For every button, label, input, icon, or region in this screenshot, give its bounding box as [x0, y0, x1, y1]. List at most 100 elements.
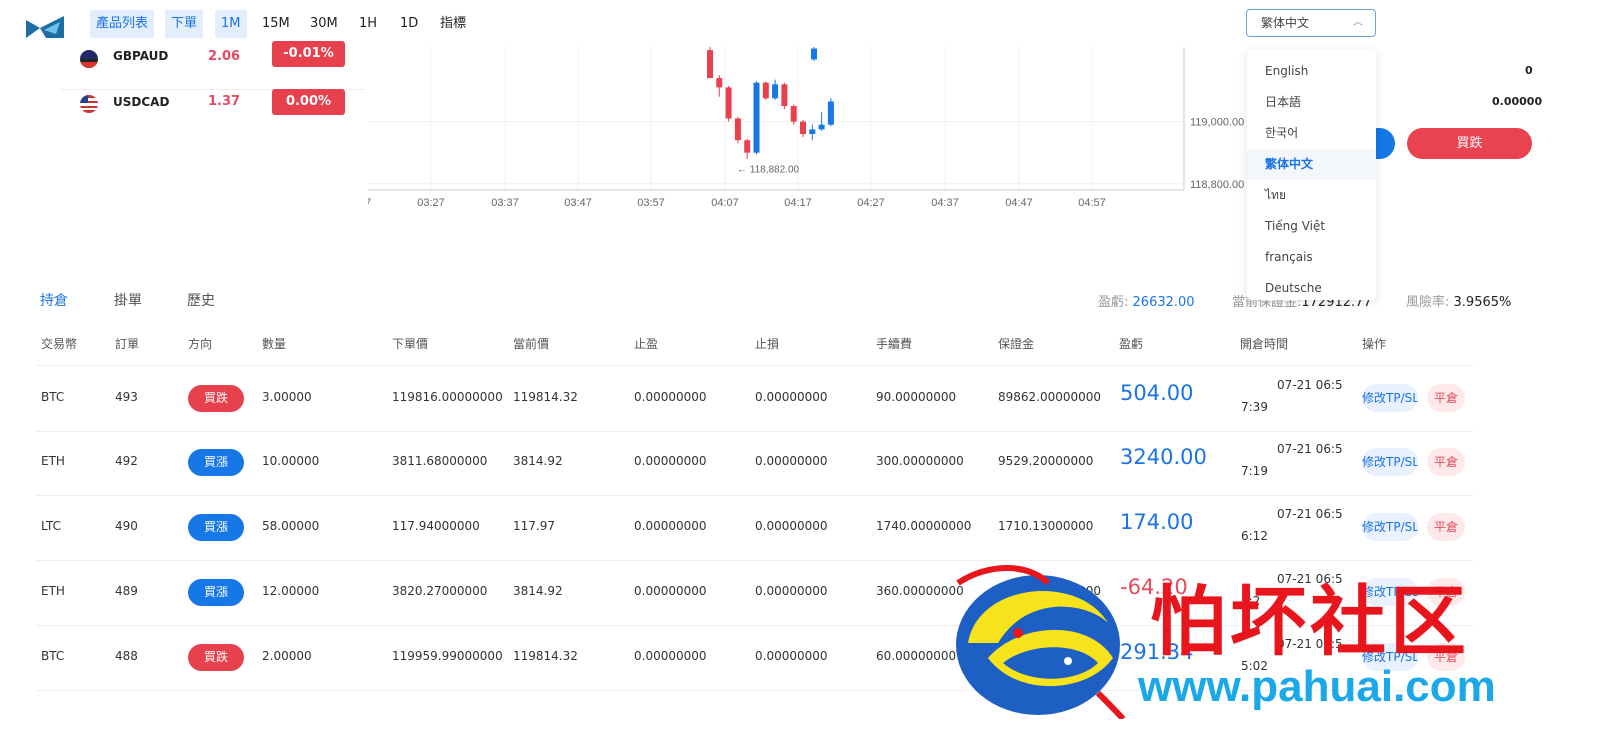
cell-order: 492 — [115, 454, 138, 468]
cell-coin: ETH — [41, 584, 65, 598]
language-select[interactable]: 繁体中文 ︿ — [1246, 9, 1376, 37]
language-menu: English 日本語 한국어 繁体中文 ไทย Tiếng Việt fran… — [1247, 50, 1376, 300]
modify-tpsl-button[interactable]: 修改TP/SL — [1362, 384, 1418, 412]
timeframe-15m[interactable]: 15M — [256, 10, 296, 38]
cell-tp: 0.00000000 — [634, 519, 707, 533]
cell-sl: 0.00000000 — [755, 454, 828, 468]
language-option[interactable]: français — [1247, 242, 1376, 273]
buy-down-button[interactable]: 買跌 — [1407, 128, 1532, 159]
cell-open-price: 117.94000000 — [392, 519, 480, 533]
language-select-value: 繁体中文 — [1261, 16, 1310, 30]
cell-open-price: 3820.27000000 — [392, 584, 488, 598]
product-symbol: USDCAD — [113, 95, 170, 109]
candle-body — [827, 101, 834, 125]
y-tick-label: 119,000.00 — [1190, 117, 1244, 129]
flag-gb-au-icon — [80, 50, 98, 68]
cell-coin: BTC — [41, 649, 65, 663]
x-tick-label: 7 — [368, 197, 371, 209]
cell-pnl: 174.00 — [1120, 510, 1194, 534]
timeframe-1h[interactable]: 1H — [353, 10, 383, 38]
summary-pnl: 盈虧: 26632.00 — [1098, 291, 1195, 310]
direction-badge: 買漲 — [188, 514, 244, 541]
candle-body — [800, 121, 806, 135]
cell-order: 493 — [115, 390, 138, 404]
summary-pnl-value: 26632.00 — [1132, 295, 1195, 310]
col-header: 當前價 — [513, 337, 550, 351]
language-option[interactable]: 日本語 — [1247, 87, 1376, 118]
col-header: 訂單 — [115, 337, 140, 351]
tab-positions[interactable]: 持倉 — [40, 290, 68, 310]
cell-cur-price: 3814.92 — [513, 454, 563, 468]
cell-order: 489 — [115, 584, 138, 598]
candle-body — [725, 87, 732, 119]
modify-tpsl-button[interactable]: 修改TP/SL — [1362, 448, 1418, 476]
cell-fee: 1740.00000000 — [876, 519, 972, 533]
summary-risk: 風險率: 3.9565% — [1406, 291, 1511, 310]
close-position-button[interactable]: 平倉 — [1427, 384, 1465, 412]
cell-open-time-cont: 6:12 — [1241, 529, 1268, 543]
nav-indicators[interactable]: 指標 — [434, 10, 472, 38]
tab-history[interactable]: 歷史 — [187, 290, 215, 310]
col-header: 保證金 — [998, 337, 1035, 351]
chevron-up-icon: ︿ — [1353, 17, 1363, 28]
close-position-button[interactable]: 平倉 — [1427, 513, 1465, 541]
direction-badge: 買漲 — [188, 579, 244, 606]
cell-order: 488 — [115, 649, 138, 663]
cell-qty: 2.00000 — [262, 649, 312, 663]
language-option[interactable]: ไทย — [1247, 180, 1376, 211]
watermark-fish-logo — [948, 563, 1128, 721]
cell-open-price: 119959.99000000 — [392, 649, 503, 663]
cell-open-time: 07-21 06:5 — [1277, 442, 1343, 456]
product-row-gbpaud[interactable]: GBPAUD 2.06 -0.01% — [60, 41, 365, 90]
cell-cur-price: 119814.32 — [513, 649, 578, 663]
cell-margin: 1710.13000000 — [998, 519, 1094, 533]
language-option[interactable]: Tiếng Việt — [1247, 211, 1376, 242]
language-option[interactable]: Deutsche — [1247, 273, 1376, 300]
summary-risk-label: 風險率: — [1406, 295, 1450, 310]
candle-body — [762, 82, 769, 99]
close-position-button[interactable]: 平倉 — [1427, 448, 1465, 476]
col-header: 下單價 — [392, 337, 429, 351]
x-tick-label: 03:47 — [564, 197, 592, 209]
cell-pnl: 504.00 — [1120, 381, 1194, 405]
col-header: 手續費 — [876, 337, 913, 351]
price-chart[interactable]: 7 03:27 03:37 03:47 03:57 04:07 04:17 04:27 04:3… — [365, 47, 1248, 217]
direction-badge: 買漲 — [188, 449, 244, 476]
cell-cur-price: 117.97 — [513, 519, 555, 533]
timeframe-30m[interactable]: 30M — [304, 10, 344, 38]
cell-sl: 0.00000000 — [755, 649, 828, 663]
y-tick-label: 118,800.00 — [1190, 179, 1244, 191]
language-option[interactable]: 한국어 — [1247, 118, 1376, 149]
candle-body — [811, 48, 817, 60]
col-header: 操作 — [1362, 337, 1387, 351]
timeframe-1d[interactable]: 1D — [394, 10, 424, 38]
cell-fee: 90.00000000 — [876, 390, 957, 404]
direction-badge: 買跌 — [188, 385, 244, 412]
product-row-usdcad[interactable]: USDCAD 1.37 0.00% — [60, 88, 365, 136]
nav-place-order[interactable]: 下單 — [165, 10, 204, 38]
language-option[interactable]: English — [1247, 56, 1376, 87]
nav-product-list[interactable]: 產品列表 — [90, 10, 155, 38]
app-logo — [26, 14, 66, 40]
min-price-label: ← 118,882.00 — [737, 164, 800, 175]
cell-tp: 0.00000000 — [634, 454, 707, 468]
timeframe-1m[interactable]: 1M — [215, 10, 247, 38]
cell-open-time-cont: 7:19 — [1241, 464, 1268, 478]
modify-tpsl-button[interactable]: 修改TP/SL — [1362, 513, 1418, 541]
buy-up-button[interactable] — [1375, 128, 1395, 159]
cell-margin: 9529.20000000 — [998, 454, 1094, 468]
cell-coin: ETH — [41, 454, 65, 468]
x-tick-label: 04:17 — [784, 197, 812, 209]
product-change-badge: 0.00% — [272, 89, 345, 115]
tab-pending[interactable]: 掛單 — [114, 290, 142, 310]
cell-qty: 10.00000 — [262, 454, 320, 468]
x-tick-label: 03:37 — [491, 197, 519, 209]
cell-qty: 12.00000 — [262, 584, 320, 598]
right-panel-value: 0 — [1525, 64, 1533, 77]
cell-order: 490 — [115, 519, 138, 533]
cell-sl: 0.00000000 — [755, 519, 828, 533]
cell-qty: 58.00000 — [262, 519, 320, 533]
col-header: 開倉時間 — [1240, 337, 1289, 351]
cell-cur-price: 119814.32 — [513, 390, 578, 404]
language-option-selected[interactable]: 繁体中文 — [1247, 149, 1376, 180]
